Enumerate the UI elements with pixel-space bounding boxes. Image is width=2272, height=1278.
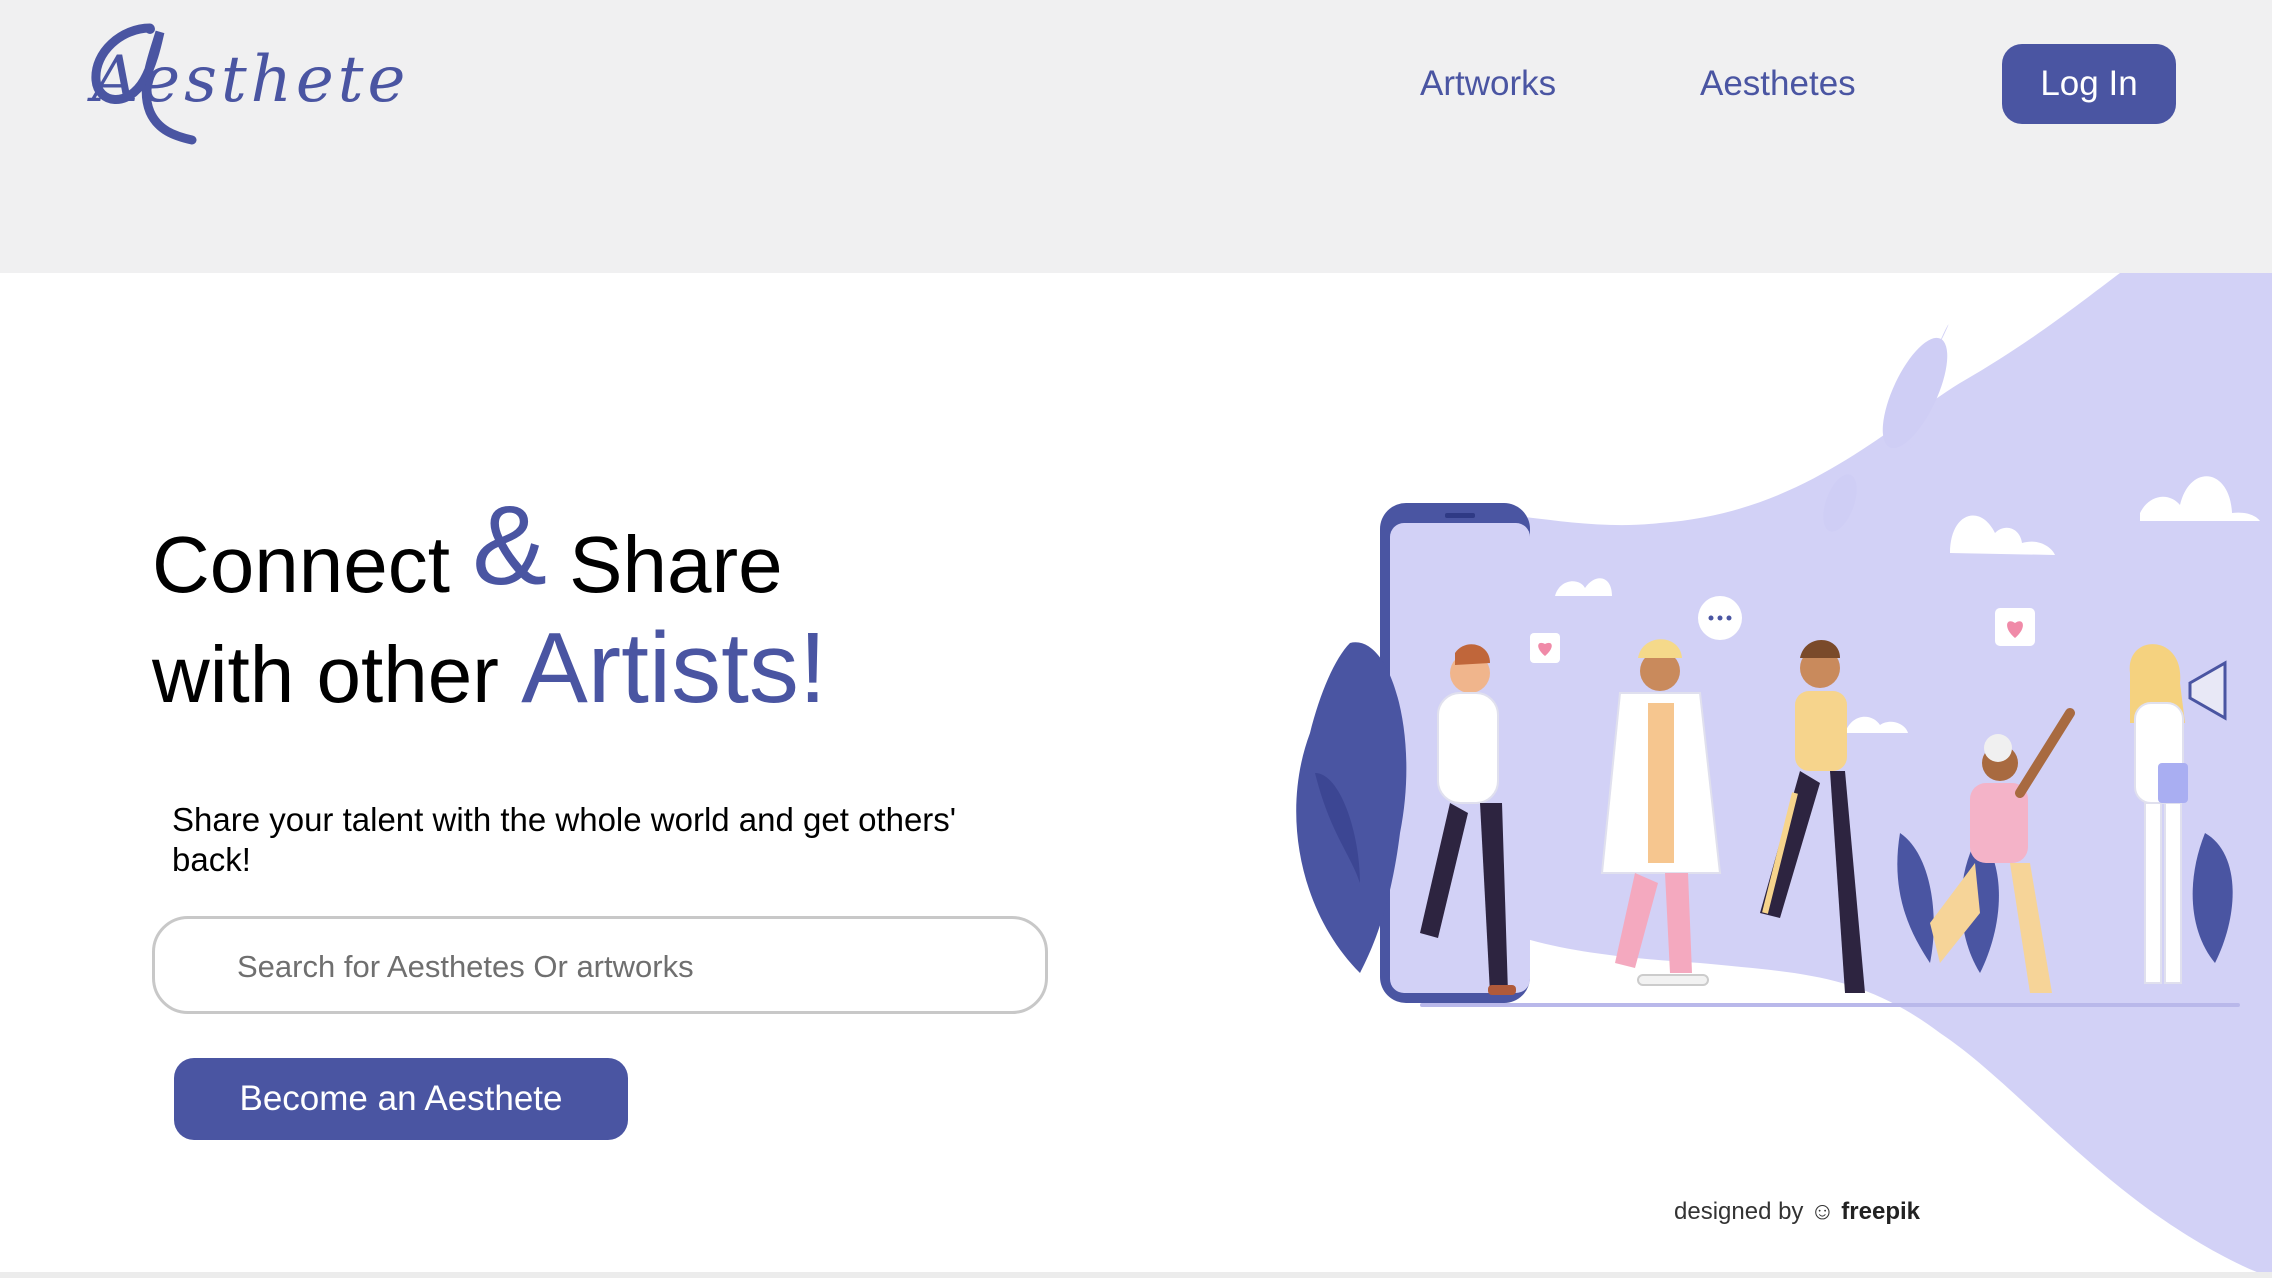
heart-bubble-icon	[1530, 633, 1560, 663]
search-field[interactable]	[152, 916, 1048, 1014]
hero-subtitle: Share your talent with the whole world a…	[172, 801, 957, 878]
hero-text-artists: Artists!	[521, 612, 827, 724]
search-input[interactable]	[235, 941, 999, 993]
nav-artworks-link[interactable]: Artworks	[1420, 60, 1556, 108]
credit-prefix: designed by	[1674, 1198, 1804, 1225]
login-button[interactable]: Log In	[2002, 44, 2176, 124]
logo-text[interactable]: Aesthete	[92, 48, 409, 112]
hero-ampersand: &	[472, 483, 547, 608]
site-header: Aesthete Artworks Aesthetes Log In	[0, 0, 2272, 273]
hero-headline-line2: with other Artists!	[152, 618, 827, 718]
page-bottom-divider	[0, 1272, 2272, 1278]
illustration-credit[interactable]: designed by ☺ freepik	[1674, 1198, 1920, 1226]
credit-brand: freepik	[1841, 1198, 1920, 1225]
hero-text-with-other: with other	[152, 630, 522, 719]
chat-dots-icon	[1698, 596, 1742, 640]
hero-illustration	[1296, 273, 2272, 1278]
hero-text-share: Share	[546, 520, 783, 609]
nav-aesthetes-link[interactable]: Aesthetes	[1700, 60, 1856, 108]
freepik-icon: ☺	[1810, 1198, 1835, 1225]
hero-text-connect: Connect	[152, 520, 473, 609]
heart-bubble-icon	[1995, 608, 2035, 646]
become-aesthete-button[interactable]: Become an Aesthete	[174, 1058, 628, 1140]
hero-headline-line1: Connect & Share	[152, 490, 783, 605]
ground-shadow	[1420, 1003, 2240, 1007]
